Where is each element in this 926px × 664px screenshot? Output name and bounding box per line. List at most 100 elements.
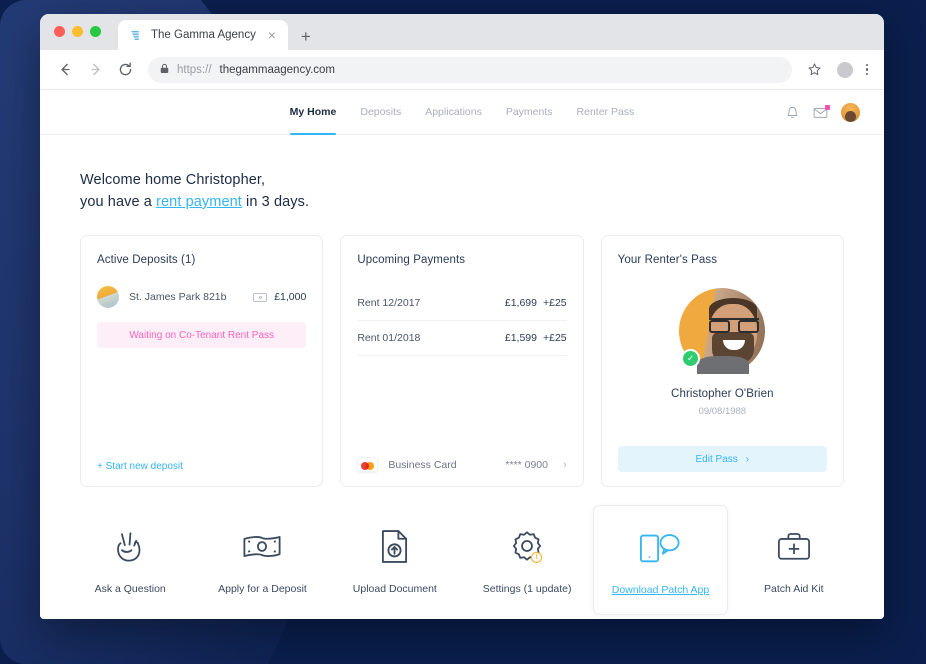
nav-right-group [785,90,860,134]
start-new-deposit-link[interactable]: + Start new deposit [97,461,306,472]
action-upload-document[interactable]: Upload Document [329,505,461,615]
browser-tab[interactable]: The Gamma Agency × [118,20,288,50]
deposit-row[interactable]: St. James Park 821b £1,000 [97,286,306,308]
action-patch-aid-kit[interactable]: Patch Aid Kit [728,505,860,615]
card-title: Your Renter's Pass [617,254,718,266]
action-settings[interactable]: ! Settings (1 update) [461,505,593,615]
payment-method-number: **** 0900 [505,458,548,471]
gear-icon: ! [511,527,543,565]
action-label: Apply for a Deposit [218,583,307,595]
active-deposits-card: Active Deposits (1) St. James Park 821b … [80,235,324,487]
welcome-block: Welcome home Christopher, you have a ren… [40,135,884,213]
payment-amount: £1,599 [504,332,537,344]
action-label: Upload Document [352,583,437,595]
unread-badge [825,104,830,110]
payment-values: £1,699 +£25 [505,297,567,309]
banknote-icon [242,527,282,565]
new-tab-button[interactable]: + [301,28,311,45]
maximize-window-button[interactable] [90,26,101,37]
peace-hand-icon [113,527,147,565]
quick-actions-row: Ask a Question Apply for a Deposit Uploa… [40,487,884,615]
deposit-property-name: St. James Park 821b [129,291,227,303]
chevron-right-icon: › [745,453,750,465]
bookmark-star-icon[interactable] [802,57,828,83]
mastercard-icon [357,457,379,472]
close-icon[interactable]: × [265,28,279,42]
renter-photo: ✓ [679,288,766,374]
nav-item-payments[interactable]: Payments [506,90,553,134]
lock-icon [160,61,169,79]
chrome-profile-avatar[interactable] [836,61,853,78]
toolbar-right-group [802,57,873,83]
renter-dob: 09/08/1988 [698,406,747,417]
browser-tab-title: The Gamma Agency [151,29,256,41]
edit-pass-label: Edit Pass [695,453,738,465]
document-upload-icon [380,527,409,565]
payment-row: Rent 12/2017 £1,699 +£25 [357,286,567,321]
kebab-menu-icon[interactable] [862,62,873,78]
pass-body: ✓ Christopher O'Brien 09/08/1988 [618,286,827,417]
card-title: Active Deposits (1) [97,254,196,266]
card-title: Upcoming Payments [357,254,466,266]
photo-glasses [709,318,760,333]
renter-name: Christopher O'Brien [671,388,774,400]
nav-item-renter-pass[interactable]: Renter Pass [577,90,635,134]
window-traffic-lights [54,26,101,37]
payment-row: Rent 01/2018 £1,599 +£25 [357,321,567,356]
payment-label: Rent 12/2017 [357,297,421,309]
gamma-logo-icon [129,29,142,42]
payment-method-row[interactable]: Business Card **** 0900 › [357,457,567,472]
renters-pass-card: Your Renter's Pass ✓ Christopher O'Brien… [600,235,844,487]
edit-pass-button[interactable]: Edit Pass › [617,446,827,472]
mail-envelope-icon[interactable] [813,104,830,119]
nav-items: My Home Deposits Applications Payments R… [289,90,635,135]
browser-toolbar: https:// thegammaagency.com [40,50,884,90]
back-icon[interactable] [52,57,78,83]
deposit-amount: £1,000 [253,291,306,303]
nav-item-deposits[interactable]: Deposits [360,90,401,134]
welcome-line-1: Welcome home Christopher, [80,172,266,188]
close-window-button[interactable] [54,26,65,37]
payment-method-name: Business Card [388,458,457,471]
status-badge: Waiting on Co-Tenant Rent Pass [97,322,307,348]
payment-label: Rent 01/2018 [357,332,421,344]
url-scheme: https:// [177,63,212,76]
deposit-amount-value: £1,000 [274,291,307,303]
forward-icon[interactable] [82,57,108,83]
address-bar[interactable]: https:// thegammaagency.com [148,56,792,83]
notification-bell-icon[interactable] [785,105,800,120]
upcoming-payments-card: Upcoming Payments Rent 12/2017 £1,699 +£… [340,235,584,487]
nav-item-applications[interactable]: Applications [425,90,482,134]
action-apply-for-a-deposit[interactable]: Apply for a Deposit [196,505,328,615]
nav-item-my-home[interactable]: My Home [289,90,336,135]
url-host: thegammaagency.com [219,63,336,76]
avatar[interactable] [841,102,860,122]
first-aid-kit-icon [777,527,811,565]
action-label: Download Patch App [611,584,710,596]
minimize-window-button[interactable] [72,26,83,37]
phone-chat-icon [639,528,681,566]
browser-window: The Gamma Agency × + https:// thegammaag… [40,14,884,619]
page-content: My Home Deposits Applications Payments R… [40,90,884,619]
photo-shirt [697,356,750,374]
payment-extra: +£25 [543,297,567,309]
action-label: Ask a Question [94,583,166,595]
welcome-suffix: in 3 days. [241,194,310,210]
action-label: Settings (1 update) [482,583,572,595]
action-ask-a-question[interactable]: Ask a Question [64,505,196,615]
reload-icon[interactable] [112,57,138,83]
welcome-prefix: you have a [80,194,157,210]
chevron-right-icon: › [562,458,567,471]
payment-extra: +£25 [543,332,567,344]
payment-values: £1,599 +£25 [505,332,567,344]
browser-tab-strip: The Gamma Agency × + [40,14,884,50]
property-thumbnail [97,286,119,308]
rent-payment-link[interactable]: rent payment [156,194,242,210]
site-navigation: My Home Deposits Applications Payments R… [40,90,884,135]
payment-amount: £1,699 [504,297,537,309]
action-download-patch-app[interactable]: Download Patch App [593,505,728,615]
action-label: Patch Aid Kit [764,583,824,595]
cards-row: Active Deposits (1) St. James Park 821b … [40,213,884,487]
banknote-icon [253,292,268,302]
welcome-line-2: you have a rent payment in 3 days. [80,191,884,213]
